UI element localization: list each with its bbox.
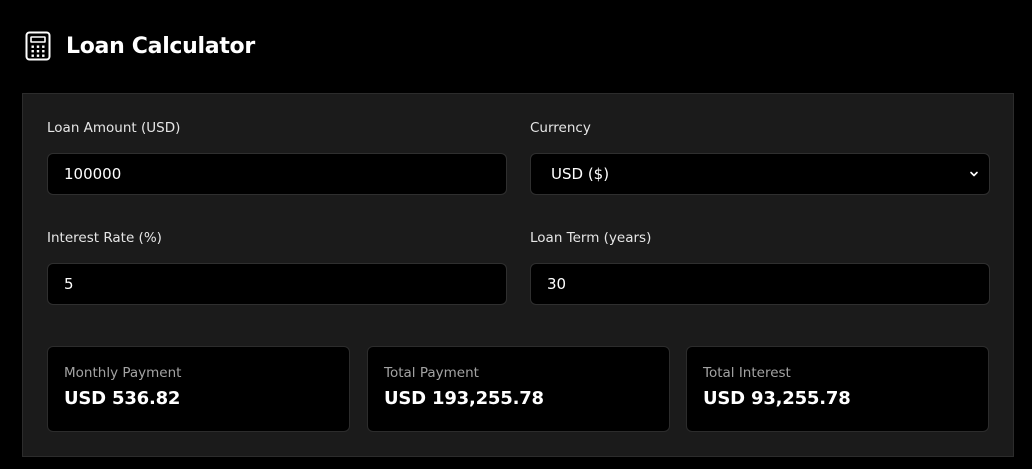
currency-select[interactable]: USD ($) [530,153,990,195]
loan-amount-field: Loan Amount (USD) 100000 [47,119,507,195]
loan-term-input[interactable]: 30 [530,263,990,305]
app-header: Loan Calculator [24,30,255,62]
chevron-down-icon [969,165,979,183]
total-payment-label: Total Payment [384,365,479,381]
monthly-payment-label: Monthly Payment [64,365,182,381]
total-payment-card: Total Payment USD 193,255.78 [367,346,670,432]
interest-rate-value: 5 [64,275,74,293]
calculator-panel: Loan Amount (USD) 100000 Currency USD ($… [22,93,1014,457]
monthly-payment-value: USD 536.82 [64,388,181,409]
page-title: Loan Calculator [66,33,255,59]
interest-rate-field: Interest Rate (%) 5 [47,229,507,305]
total-interest-card: Total Interest USD 93,255.78 [686,346,989,432]
interest-rate-input[interactable]: 5 [47,263,507,305]
loan-term-value: 30 [547,275,567,293]
loan-amount-label: Loan Amount (USD) [47,120,181,136]
total-payment-value: USD 193,255.78 [384,388,544,409]
currency-field: Currency USD ($) [530,119,990,195]
interest-rate-label: Interest Rate (%) [47,230,162,246]
calculator-icon [24,30,52,62]
currency-label: Currency [530,120,591,136]
loan-term-field: Loan Term (years) 30 [530,229,990,305]
loan-amount-value: 100000 [64,165,122,183]
total-interest-value: USD 93,255.78 [703,388,851,409]
loan-term-label: Loan Term (years) [530,230,652,246]
loan-amount-input[interactable]: 100000 [47,153,507,195]
total-interest-label: Total Interest [703,365,791,381]
currency-value: USD ($) [551,165,610,183]
monthly-payment-card: Monthly Payment USD 536.82 [47,346,350,432]
